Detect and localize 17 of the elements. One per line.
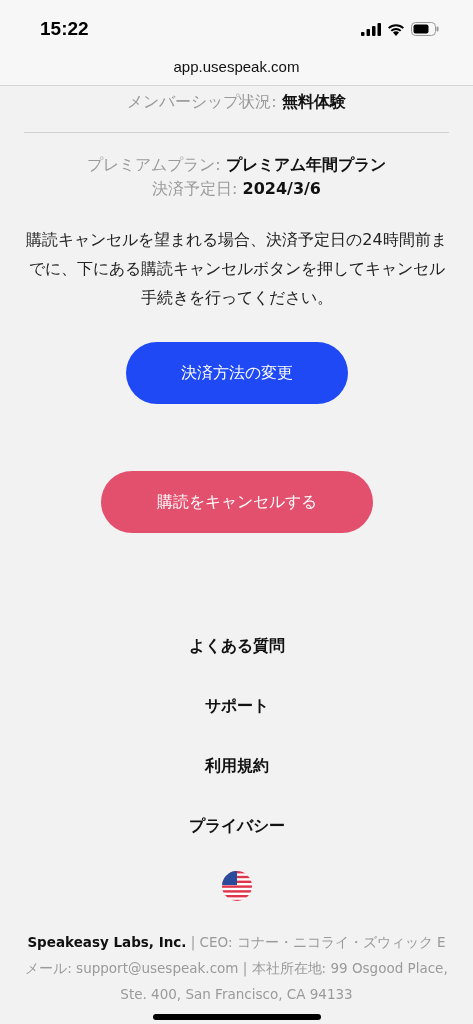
- payment-date: 決済予定日: 2024/3/6: [152, 178, 321, 200]
- status-time: 15:22: [40, 18, 89, 40]
- wifi-icon: [387, 22, 405, 36]
- footer-link[interactable]: プライバシー: [188, 816, 285, 837]
- change-payment-button[interactable]: 決済方法の変更: [125, 342, 348, 404]
- footer-link[interactable]: よくある質問: [188, 636, 285, 657]
- signal-icon: [361, 22, 381, 36]
- battery-icon: [411, 22, 439, 36]
- membership-status: メンバーシップ状況: 無料体験: [127, 91, 346, 113]
- cancel-notice: 購読キャンセルを望まれる場合、決済予定日の24時間前までに、下にある購読キャンセルボタンを押してキャンセル手続きを行ってください。: [25, 229, 448, 309]
- footer-link[interactable]: 利用規約: [204, 756, 269, 777]
- address-bar-url[interactable]: app.usespeak.com: [0, 58, 473, 85]
- footer-link[interactable]: サポート: [204, 696, 269, 717]
- us-flag-icon[interactable]: [221, 871, 252, 901]
- company-info: Speakeasy Labs, Inc. | CEO: コナー・ニコライ・ズウィック Eメール: support@usespeak.com | 本社所在地: 99 Osgood Place, Ste. 400, San Francisco, CA 94133: [24, 933, 449, 1004]
- cancel-subscription-button[interactable]: 購読をキャンセルする: [100, 471, 373, 533]
- plan-info: プレミアムプラン: プレミアム年間プラン: [87, 154, 386, 176]
